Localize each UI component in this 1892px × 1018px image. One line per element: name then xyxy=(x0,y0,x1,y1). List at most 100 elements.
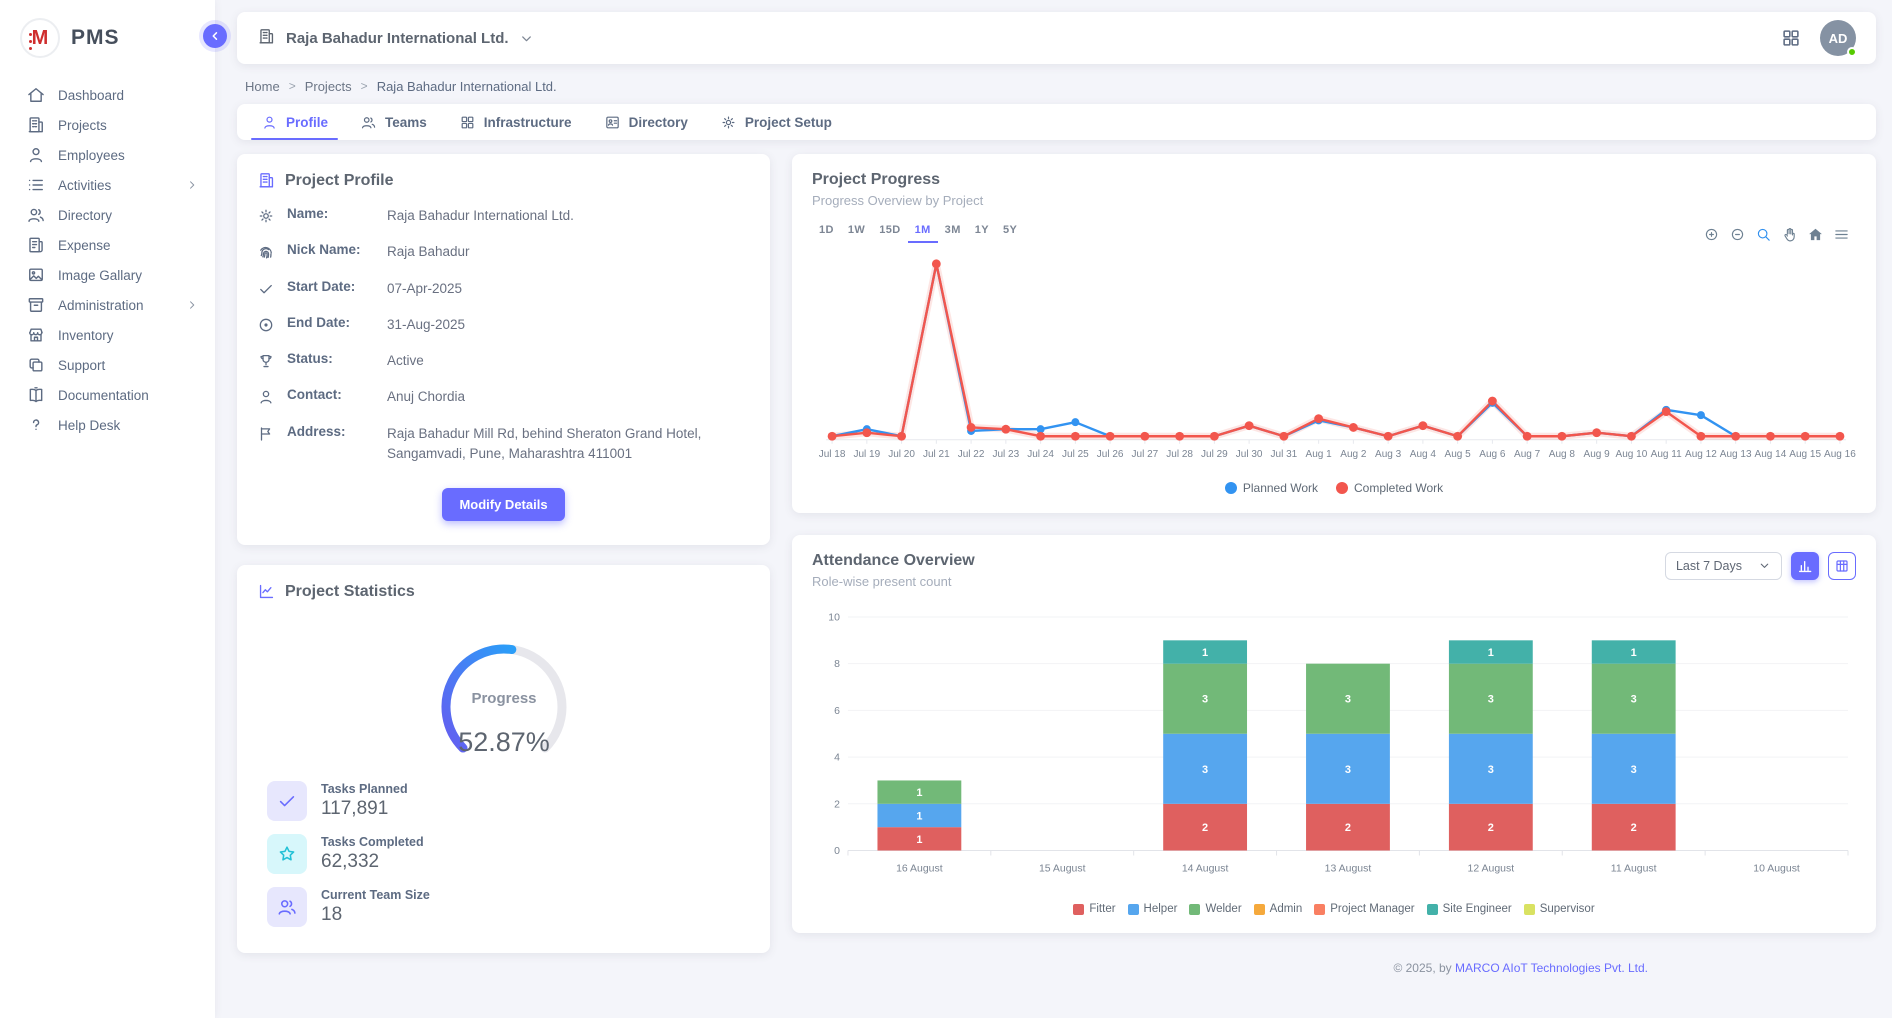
range-button-1w[interactable]: 1W xyxy=(841,221,872,243)
range-button-3m[interactable]: 3M xyxy=(938,221,968,243)
stat-value: 117,891 xyxy=(321,798,408,820)
svg-text:Jul 19: Jul 19 xyxy=(853,449,880,460)
tab-directory[interactable]: Directory xyxy=(588,104,704,140)
breadcrumb-separator: > xyxy=(361,79,368,93)
field-value: Active xyxy=(387,351,424,371)
svg-text:3: 3 xyxy=(1488,694,1494,706)
sidebar-item-label: Documentation xyxy=(58,388,199,403)
legend-planned-work[interactable]: Planned Work xyxy=(1225,481,1318,495)
sidebar-collapse-button[interactable] xyxy=(203,24,227,48)
svg-text:Aug 12: Aug 12 xyxy=(1685,449,1717,460)
tab-infrastructure[interactable]: Infrastructure xyxy=(443,104,588,140)
app-name: PMS xyxy=(71,26,120,50)
toolbar-hand-button[interactable] xyxy=(1781,226,1798,243)
svg-text:10 August: 10 August xyxy=(1753,863,1800,874)
breadcrumb-item-projects[interactable]: Projects xyxy=(305,79,352,94)
book-icon xyxy=(26,385,46,405)
legend-project-manager[interactable]: Project Manager xyxy=(1314,903,1414,915)
apps-grid-button[interactable] xyxy=(1780,27,1802,49)
legend-site-engineer[interactable]: Site Engineer xyxy=(1427,903,1512,915)
profile-fields: Name: Raja Bahadur International Ltd. Ni… xyxy=(257,206,750,464)
range-button-1d[interactable]: 1D xyxy=(812,221,841,243)
gear-icon xyxy=(720,114,737,131)
homeSolid-icon xyxy=(1807,226,1824,243)
progress-line-chart[interactable]: Jul 18Jul 19Jul 20Jul 21Jul 22Jul 23Jul … xyxy=(812,243,1856,479)
tab-bar: ProfileTeamsInfrastructureDirectoryProje… xyxy=(237,104,1876,140)
sidebar-item-documentation[interactable]: Documentation xyxy=(0,380,215,410)
legend-fitter[interactable]: Fitter xyxy=(1073,903,1115,915)
bar-chart-legend: Fitter Helper Welder Admin Project Manag… xyxy=(812,903,1856,917)
svg-text:1: 1 xyxy=(916,810,922,822)
svg-text:1: 1 xyxy=(1488,647,1494,659)
sidebar-item-help-desk[interactable]: Help Desk xyxy=(0,410,215,440)
toolbar-homeSolid-button[interactable] xyxy=(1807,226,1824,243)
svg-text:Aug 6: Aug 6 xyxy=(1479,449,1506,460)
sidebar-item-expense[interactable]: Expense xyxy=(0,230,215,260)
project-profile-title: Project Profile xyxy=(257,171,750,190)
svg-text:3: 3 xyxy=(1345,694,1351,706)
sidebar-item-administration[interactable]: Administration xyxy=(0,290,215,320)
online-status-dot xyxy=(1847,47,1857,57)
range-button-5y[interactable]: 5Y xyxy=(996,221,1024,243)
tab-profile[interactable]: Profile xyxy=(245,104,344,140)
toolbar-magnify-button[interactable] xyxy=(1755,226,1772,243)
legend-completed-work[interactable]: Completed Work xyxy=(1336,481,1443,495)
toolbar-zoomout-button[interactable] xyxy=(1729,226,1746,243)
gauge-value: 52.87% xyxy=(458,727,550,757)
company-name: Raja Bahadur International Ltd. xyxy=(286,30,509,47)
sidebar-item-inventory[interactable]: Inventory xyxy=(0,320,215,350)
menu-icon xyxy=(1833,226,1850,243)
sidebar-item-dashboard[interactable]: Dashboard xyxy=(0,80,215,110)
table-view-toggle[interactable] xyxy=(1828,552,1856,580)
chart-view-toggle[interactable] xyxy=(1791,552,1819,580)
app-logo[interactable]: M PMS xyxy=(0,0,215,74)
svg-text:Jul 29: Jul 29 xyxy=(1201,449,1228,460)
company-selector[interactable]: Raja Bahadur International Ltd. xyxy=(257,27,534,50)
legend-admin[interactable]: Admin xyxy=(1254,903,1303,915)
range-button-1m[interactable]: 1M xyxy=(908,221,938,243)
progress-gauge: Progress 52.87% xyxy=(257,611,750,763)
legend-supervisor[interactable]: Supervisor xyxy=(1524,903,1595,915)
sidebar-item-directory[interactable]: Directory xyxy=(0,200,215,230)
main-content: Raja Bahadur International Ltd. AD Home >… xyxy=(215,0,1892,1018)
receipt-icon xyxy=(26,235,46,255)
user-avatar[interactable]: AD xyxy=(1820,20,1856,56)
footer-company-link[interactable]: MARCO AIoT Technologies Pvt. Ltd. xyxy=(1455,961,1648,975)
svg-text:Jul 18: Jul 18 xyxy=(819,449,846,460)
sidebar-item-projects[interactable]: Projects xyxy=(0,110,215,140)
sidebar-item-activities[interactable]: Activities xyxy=(0,170,215,200)
legend-welder[interactable]: Welder xyxy=(1189,903,1241,915)
profile-field-contact: Contact: Anuj Chordia xyxy=(257,387,750,407)
tab-teams[interactable]: Teams xyxy=(344,104,443,140)
target-icon xyxy=(257,316,275,334)
tab-project-setup[interactable]: Project Setup xyxy=(704,104,848,140)
legend-helper[interactable]: Helper xyxy=(1128,903,1178,915)
sidebar-item-support[interactable]: Support xyxy=(0,350,215,380)
svg-text:14 August: 14 August xyxy=(1182,863,1229,874)
chevron-down-icon xyxy=(519,31,534,46)
sidebar-nav: Dashboard Projects Employees Activities Dire… xyxy=(0,74,215,440)
toolbar-zoomin-button[interactable] xyxy=(1703,226,1720,243)
barchart-icon xyxy=(1797,558,1813,574)
sidebar-item-label: Directory xyxy=(58,208,199,223)
left-column: Project Profile Name: Raja Bahadur Inter… xyxy=(237,154,770,985)
range-button-15d[interactable]: 15D xyxy=(872,221,907,243)
hand-icon xyxy=(1781,226,1798,243)
sidebar-item-label: Employees xyxy=(58,148,199,163)
attendance-range-select[interactable]: Last 7 Days xyxy=(1665,552,1782,580)
field-label: Address: xyxy=(287,424,375,439)
toolbar-menu-button[interactable] xyxy=(1833,226,1850,243)
breadcrumb-item-raja-bahadur-international-ltd[interactable]: Raja Bahadur International Ltd. xyxy=(377,79,557,94)
stat-label: Current Team Size xyxy=(321,888,430,902)
modify-details-button[interactable]: Modify Details xyxy=(442,488,564,521)
svg-text:3: 3 xyxy=(1202,694,1208,706)
breadcrumb-item-home[interactable]: Home xyxy=(245,79,280,94)
sidebar-item-image-gallary[interactable]: Image Gallary xyxy=(0,260,215,290)
sidebar-item-employees[interactable]: Employees xyxy=(0,140,215,170)
sidebar-item-label: Inventory xyxy=(58,328,199,343)
sidebar-item-label: Projects xyxy=(58,118,199,133)
help-icon xyxy=(26,415,46,435)
range-button-1y[interactable]: 1Y xyxy=(968,221,996,243)
attendance-bar-chart[interactable]: 024681016 August11115 August14 August233… xyxy=(812,589,1856,901)
svg-text:3: 3 xyxy=(1631,694,1637,706)
